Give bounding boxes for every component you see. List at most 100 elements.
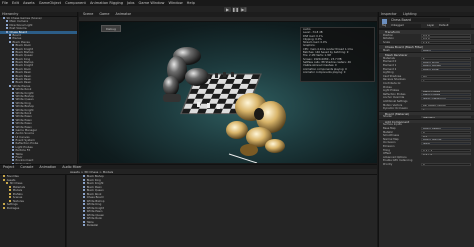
gameobject-icon — [6, 30, 8, 33]
model-icon — [83, 189, 86, 191]
gameobject-icon — [12, 152, 14, 155]
gameobject-icon — [12, 64, 14, 67]
model-icon — [83, 185, 86, 188]
gameobject-icon — [3, 17, 5, 19]
gameobject-icon — [12, 71, 14, 74]
gameobject-icon — [12, 88, 14, 91]
gameobject-icon — [12, 94, 14, 97]
inspector-field: Dynamic Occlusion ✓ — [379, 107, 474, 111]
field-label: Anchor Override — [383, 96, 405, 100]
model-icon — [83, 220, 86, 223]
model-icon — [83, 178, 86, 181]
folder-icon — [3, 206, 6, 209]
field-label: Smoothness — [383, 134, 399, 138]
tab-lighting[interactable]: Lighting — [403, 12, 417, 16]
folder-icon — [3, 203, 6, 205]
gameobject-icon — [9, 33, 11, 36]
tag-dropdown[interactable]: Untagged — [391, 24, 421, 29]
debug-button[interactable]: Debug — [101, 25, 121, 32]
gameobject-icon — [12, 78, 14, 81]
gameobject-icon — [9, 40, 11, 43]
gameobject-icon — [12, 132, 14, 135]
field-value[interactable]: Board — [421, 49, 471, 52]
model-icon — [83, 206, 86, 209]
gameobject-icon — [6, 27, 8, 30]
field-value[interactable]: Standard — [421, 115, 471, 119]
field-label: Mesh — [383, 48, 390, 52]
gameobject-icon — [12, 108, 14, 111]
field-label: Shader — [383, 115, 393, 119]
field-label: Light Probes — [383, 89, 400, 93]
gameobject-icon — [12, 135, 14, 138]
gameobject-icon — [12, 128, 14, 131]
model-icon — [83, 196, 86, 198]
gameobject-icon — [12, 57, 14, 60]
stats-overlay: Audio: Level: -74.8 dB DSP load: 0.1% Clipp… — [300, 27, 375, 82]
field-label: Contribute GI — [383, 82, 401, 86]
folder-icon — [6, 182, 9, 184]
gameobject-icon — [9, 37, 11, 40]
gameobject-icon — [12, 67, 14, 70]
field-label: Element 1 — [383, 64, 397, 68]
field-label: Emission — [383, 144, 395, 148]
play-button[interactable]: ▶ — [224, 6, 231, 12]
field-value[interactable]: 1 1 1 — [421, 41, 471, 44]
folder-icon — [3, 175, 6, 177]
object-name-field[interactable]: Chess Board — [390, 18, 450, 22]
playback-controls: ▶ ❚❚ ▶| — [224, 6, 247, 12]
asset-label: Pedestal — [86, 223, 99, 227]
field-label: Additional Settings — [383, 100, 408, 103]
inspector-field: Mesh Board — [379, 49, 474, 53]
tab-inspector[interactable]: Inspector — [381, 12, 397, 16]
layer-dropdown[interactable]: Default — [439, 24, 471, 29]
gameobject-icon — [12, 139, 14, 142]
folder-icon — [3, 178, 6, 181]
gameobject-icon — [12, 47, 14, 50]
field-value[interactable]: ✓ — [421, 107, 471, 111]
inspector-field: Shader Standard — [379, 115, 474, 119]
gameobject-icon — [12, 122, 14, 125]
tag-label: Tag — [382, 24, 387, 27]
gameobject-icon — [12, 98, 14, 101]
stats-line: Animator components playing: 0 — [303, 70, 346, 74]
gameobject-icon — [12, 50, 14, 53]
gameobject-icon — [12, 74, 14, 77]
stats-list: Audio: Level: -74.8 dB DSP load: 0.1% Clipp… — [301, 28, 374, 74]
gameobject-icon — [12, 156, 14, 159]
model-icon — [83, 213, 86, 216]
object-header: Chess Board Tag Untagged Layer Default — [379, 17, 474, 29]
field-label: Surface Inputs — [383, 123, 402, 127]
field-label: Scale — [383, 40, 390, 44]
model-icon — [83, 210, 86, 212]
project-file-list: Black Bishop Black King Black Knight Black … — [67, 174, 377, 247]
folder-icon — [9, 189, 12, 191]
inspector-field: Scale 1 1 1 — [379, 41, 474, 45]
inspector-components: Transform Position 0 0 0 Rotation 0 0 0 Scale… — [379, 29, 474, 167]
model-icon — [83, 217, 86, 219]
gameobject-icon — [12, 111, 14, 114]
folder-label: Packages — [6, 205, 20, 210]
folder-icon — [9, 185, 12, 188]
model-icon — [83, 224, 86, 226]
layer-label: Layer — [427, 24, 435, 27]
gameobject-icon — [6, 23, 8, 26]
step-button[interactable]: ▶| — [240, 6, 247, 12]
model-icon — [83, 192, 86, 195]
field-label: Dynamic Occlusion — [383, 107, 408, 111]
hierarchy-panel: Hierarchy SK Chess Games (Scene) Main Cam… — [0, 12, 78, 166]
hierarchy-list: SK Chess Games (Scene) Main Camera Directi… — [0, 17, 77, 166]
gameobject-icon — [12, 125, 14, 128]
inspector-panel: Inspector Lighting Chess Board Tag Untag… — [378, 12, 474, 247]
asset-item[interactable]: Pedestal — [67, 223, 377, 228]
field-label: Base Map — [383, 126, 396, 130]
gameobject-icon — [12, 149, 14, 152]
gameobject-icon — [12, 61, 14, 64]
gameobject-icon — [12, 159, 14, 162]
model-icon — [83, 175, 86, 177]
pause-button[interactable]: ❚❚ — [232, 6, 239, 12]
gameobject-icon — [6, 20, 8, 23]
folder-tree-item[interactable]: Packages — [0, 205, 65, 211]
gameobject-icon — [12, 115, 14, 118]
field-value[interactable]: 0 — [421, 163, 471, 167]
inspector-field: Priority 0 — [379, 163, 474, 167]
